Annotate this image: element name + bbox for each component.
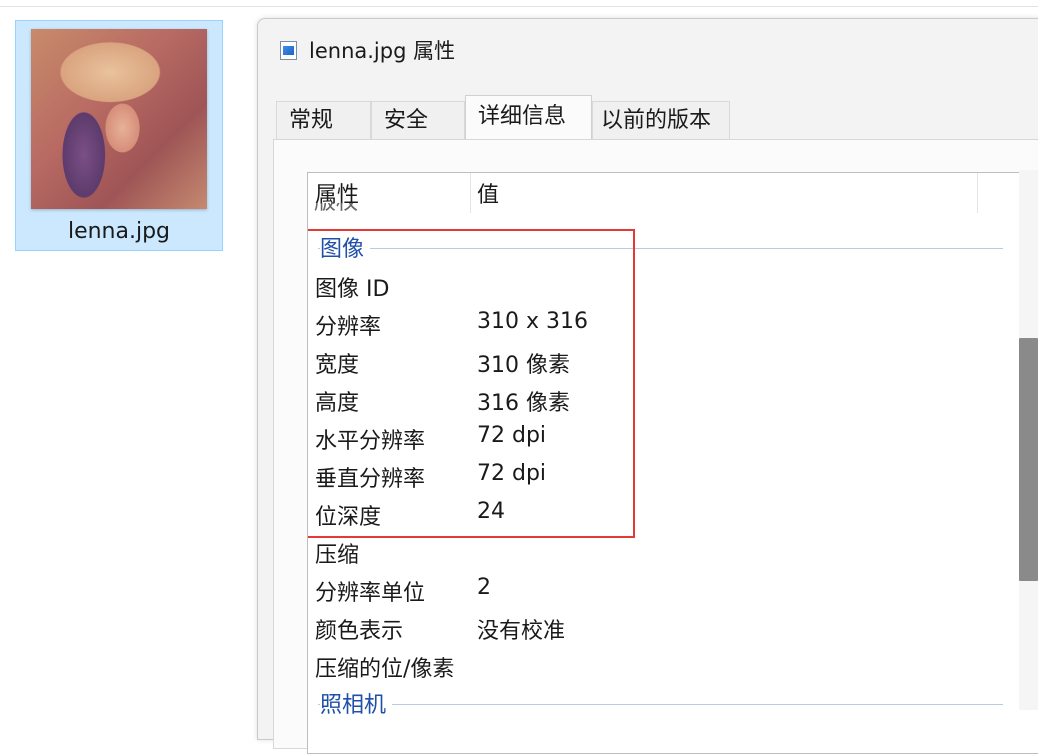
tab-previous-versions[interactable]: 以前的版本 [592, 101, 730, 139]
list-item[interactable]: 高度 316 像素 [308, 381, 1038, 419]
file-name-label: lenna.jpg [67, 219, 171, 244]
tab-details[interactable]: 详细信息 [465, 95, 592, 140]
property-name: 高度 [315, 391, 360, 416]
property-value: 310 x 316 [477, 309, 588, 334]
property-value: 24 [477, 499, 505, 524]
list-item[interactable]: 压缩 [308, 533, 1038, 571]
property-value: 316 像素 [477, 391, 570, 416]
file-tile-lenna[interactable]: lenna.jpg [15, 20, 223, 251]
column-divider[interactable] [977, 173, 978, 213]
group-header-camera[interactable]: 照相机 [308, 687, 1038, 719]
property-value: 没有校准 [477, 619, 566, 644]
scrollbar-thumb[interactable] [1019, 338, 1038, 581]
property-name: 水平分辨率 [315, 429, 426, 454]
vertical-scrollbar[interactable] [1019, 170, 1038, 710]
list-item[interactable]: 宽度 310 像素 [308, 343, 1038, 381]
group-header-image[interactable]: 图像 [308, 231, 1038, 263]
property-name: 图像 ID [315, 277, 390, 302]
list-item[interactable]: 水平分辨率 72 dpi [308, 419, 1038, 457]
column-header-value[interactable]: 值 [477, 177, 499, 209]
list-item[interactable]: 颜色表示 没有校准 [308, 609, 1038, 647]
list-item[interactable]: 位深度 24 [308, 495, 1038, 533]
column-divider[interactable] [470, 173, 471, 213]
property-name: 压缩 [315, 543, 360, 568]
group-label-camera: 照相机 [320, 687, 393, 719]
property-value: 2 [477, 575, 491, 600]
top-divider [0, 6, 1038, 7]
property-value: 72 dpi [477, 423, 547, 448]
partial-row: 版权 [314, 203, 358, 217]
details-panel: 属性 值 版权 图像 图像 ID 分辨率 310 x 316 宽度 310 像素 [273, 139, 1038, 754]
property-name: 分辨率 [315, 315, 382, 340]
dialog-title: lenna.jpg 属性 [309, 39, 456, 63]
property-value: 310 像素 [477, 353, 570, 378]
image-thumbnail [31, 29, 207, 209]
list-item[interactable]: 分辨率 310 x 316 [308, 305, 1038, 343]
tab-general[interactable]: 常规 [276, 101, 371, 139]
property-name: 颜色表示 [315, 619, 404, 644]
tab-security[interactable]: 安全 [371, 101, 465, 139]
list-item[interactable]: 图像 ID [308, 267, 1038, 305]
property-name: 压缩的位/像素 [315, 657, 455, 682]
group-divider [318, 704, 1003, 705]
property-name: 宽度 [315, 353, 360, 378]
list-header: 属性 值 [308, 173, 1038, 213]
list-item[interactable]: 分辨率单位 2 [308, 571, 1038, 609]
group-label-image: 图像 [320, 231, 371, 263]
properties-list[interactable]: 属性 值 版权 图像 图像 ID 分辨率 310 x 316 宽度 310 像素 [307, 172, 1038, 754]
properties-dialog: lenna.jpg 属性 常规 安全 详细信息 以前的版本 属性 值 版权 图像… [257, 18, 1038, 754]
list-item[interactable]: 压缩的位/像素 [308, 647, 1038, 685]
property-value: 72 dpi [477, 461, 547, 486]
image-file-icon [280, 41, 297, 60]
group-divider [318, 248, 1003, 249]
property-name: 垂直分辨率 [315, 467, 426, 492]
property-name: 分辨率单位 [315, 581, 426, 606]
property-name: 位深度 [315, 505, 382, 530]
list-item[interactable]: 垂直分辨率 72 dpi [308, 457, 1038, 495]
